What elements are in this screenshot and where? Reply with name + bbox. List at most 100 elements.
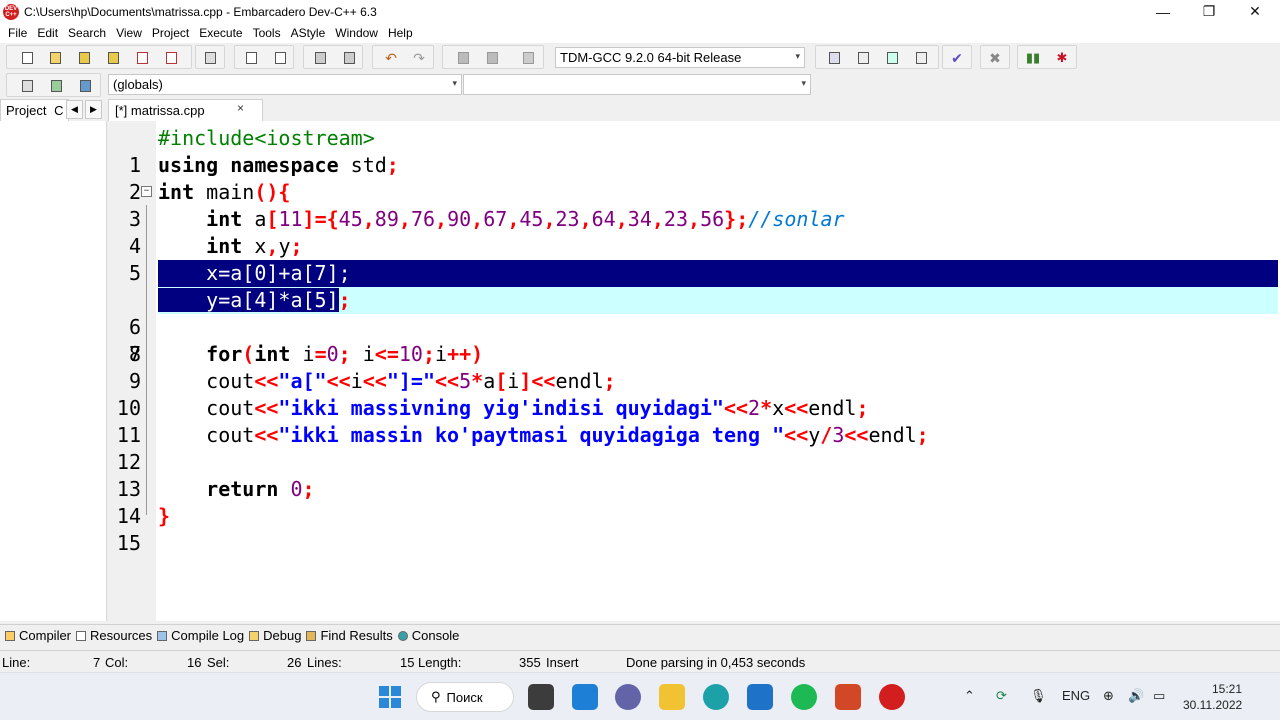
file-explorer-icon[interactable]: [659, 684, 685, 710]
maximize-button[interactable]: ❐: [1186, 0, 1232, 23]
tab-compiler[interactable]: Compiler: [5, 628, 71, 643]
minimize-button[interactable]: —: [1140, 0, 1186, 23]
tab-matrissa-cpp[interactable]: [*] matrissa.cpp ×: [108, 99, 263, 122]
code-line[interactable]: 11 cout<<"ikki massivning yig'indisi quy…: [108, 395, 1280, 447]
unindent-button[interactable]: [341, 50, 357, 66]
class-browser-icon: [79, 80, 91, 92]
code-text: int main(){: [158, 180, 291, 204]
taskbar-search[interactable]: ⚲ Поиск: [416, 682, 514, 712]
undo-button[interactable]: ↶: [383, 50, 399, 66]
tab-find-results[interactable]: Find Results: [306, 628, 393, 643]
code-line[interactable]: 9 for(int i=0; i<=10;i++): [108, 341, 1280, 393]
widgets-icon[interactable]: [572, 684, 598, 710]
store-icon[interactable]: [747, 684, 773, 710]
unindent-icon: [343, 52, 355, 64]
code-editor[interactable]: 1 #include<iostream> 2 using namespace s…: [108, 121, 1280, 621]
code-text: }: [158, 504, 171, 528]
save-button[interactable]: [76, 50, 92, 66]
indent-button[interactable]: [312, 50, 328, 66]
sync-icon[interactable]: ⟳: [996, 688, 1007, 704]
redo-button[interactable]: ↷: [411, 50, 427, 66]
profile-button[interactable]: ▮▮: [1025, 50, 1041, 66]
compiler-select[interactable]: TDM-GCC 9.2.0 64-bit Release ▾: [555, 47, 805, 68]
save-all-button[interactable]: [105, 50, 121, 66]
toggle-bookmark-button[interactable]: [520, 50, 536, 66]
tab-console[interactable]: Console: [397, 628, 459, 643]
network-icon[interactable]: ⊕: [1103, 688, 1114, 704]
file-tab-label: [*] matrissa.cpp: [115, 103, 205, 118]
tab-compile-log[interactable]: Compile Log: [157, 628, 244, 643]
compile-run-button[interactable]: [884, 50, 900, 66]
run-button[interactable]: [855, 50, 871, 66]
clock-date[interactable]: 30.11.2022: [1183, 698, 1242, 712]
debug-button[interactable]: ✱: [1054, 50, 1070, 66]
spotify-icon[interactable]: [791, 684, 817, 710]
goto-back-button[interactable]: [455, 50, 471, 66]
edge-browser-icon[interactable]: [703, 684, 729, 710]
tab-scroll-left-button[interactable]: ◀: [66, 100, 83, 119]
new-file-button[interactable]: [19, 50, 35, 66]
volume-icon[interactable]: 🔊: [1128, 688, 1144, 704]
menu-search[interactable]: Search: [63, 26, 111, 40]
member-select[interactable]: ▾: [463, 74, 811, 95]
start-button[interactable]: [377, 684, 403, 710]
class-browser-button[interactable]: [77, 78, 93, 94]
goto-definition-button[interactable]: [48, 78, 64, 94]
code-line[interactable]: 8: [108, 314, 1280, 366]
menu-execute[interactable]: Execute: [194, 26, 247, 40]
close-icon[interactable]: ×: [237, 101, 244, 115]
insert-button[interactable]: [19, 78, 35, 94]
menu-tools[interactable]: Tools: [248, 26, 286, 40]
menu-file[interactable]: File: [3, 26, 32, 40]
code-line[interactable]: 3 − int main(){: [108, 179, 1280, 231]
code-text: using namespace std;: [158, 153, 399, 177]
tab-project[interactable]: Project C: [0, 99, 70, 121]
close-button[interactable]: ✕: [1232, 0, 1278, 23]
menu-view[interactable]: View: [111, 26, 147, 40]
replace-button[interactable]: [272, 50, 288, 66]
code-line[interactable]: 13: [108, 449, 1280, 501]
code-line[interactable]: 2 using namespace std;: [108, 152, 1280, 204]
print-button[interactable]: [202, 50, 218, 66]
tab-debug[interactable]: Debug: [249, 628, 301, 643]
battery-icon[interactable]: ▭: [1153, 688, 1165, 704]
menu-help[interactable]: Help: [383, 26, 418, 40]
syntax-check-button[interactable]: ✔: [949, 50, 965, 66]
close-all-button[interactable]: [163, 50, 179, 66]
task-view-icon[interactable]: [528, 684, 554, 710]
find-button[interactable]: [243, 50, 259, 66]
menu-astyle[interactable]: AStyle: [286, 26, 331, 40]
tab-resources[interactable]: Resources: [76, 628, 152, 643]
microphone-icon[interactable]: 🎙: [1030, 688, 1047, 704]
close-file-button[interactable]: [134, 50, 150, 66]
code-line[interactable]: 4 int a[11]={45,89,76,90,67,45,23,64,34,…: [108, 206, 1280, 258]
devcpp-taskbar-icon[interactable]: [879, 684, 905, 710]
rebuild-icon: [915, 52, 927, 64]
chat-icon[interactable]: [615, 684, 641, 710]
stop-execution-button[interactable]: ✖: [987, 50, 1003, 66]
clock-time[interactable]: 15:21: [1212, 682, 1242, 696]
code-line[interactable]: 5 int x,y;: [108, 233, 1280, 285]
search-icon: ⚲: [431, 689, 441, 704]
code-line[interactable]: 1 #include<iostream>: [108, 125, 1280, 177]
code-line-selected[interactable]: 7 y=a[4]*a[5];: [108, 287, 1280, 366]
tray-chevron-up-icon[interactable]: ⌃: [964, 688, 975, 704]
goto-forward-button[interactable]: [484, 50, 500, 66]
powerpoint-icon[interactable]: [835, 684, 861, 710]
code-line[interactable]: 12 cout<<"ikki massin ko'paytmasi quyida…: [108, 422, 1280, 474]
project-panel[interactable]: [0, 121, 107, 621]
code-line[interactable]: 10 cout<<"a["<<i<<"]="<<5*a[i]<<endl;: [108, 368, 1280, 420]
scope-select[interactable]: (globals) ▾: [108, 74, 462, 95]
menu-project[interactable]: Project: [147, 26, 194, 40]
menu-edit[interactable]: Edit: [32, 26, 63, 40]
menu-window[interactable]: Window: [330, 26, 383, 40]
code-line-selected[interactable]: 6 x=a[0]+a[7];: [108, 260, 1280, 339]
open-file-button[interactable]: [47, 50, 63, 66]
code-line[interactable]: 15 }: [108, 503, 1280, 555]
code-line[interactable]: 14 return 0;: [108, 476, 1280, 528]
rebuild-button[interactable]: [913, 50, 929, 66]
fold-toggle[interactable]: −: [141, 186, 152, 197]
tab-scroll-right-button[interactable]: ▶: [85, 100, 102, 119]
compile-button[interactable]: [826, 50, 842, 66]
input-language[interactable]: ENG: [1062, 688, 1090, 703]
